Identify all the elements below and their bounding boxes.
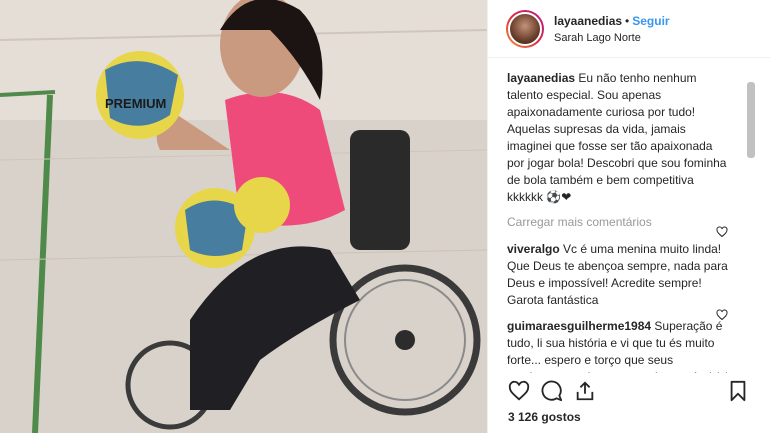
caption-text: Eu não tenho nenhum talento especial. So… [507,71,727,204]
location-link[interactable]: Sarah Lago Norte [554,32,670,44]
share-icon[interactable] [574,380,596,402]
instagram-post-view: PREMIUM layaanedias • Seguir Sarah Lago No… [0,0,770,433]
comment-username[interactable]: guimaraesguilherme1984 [507,319,651,333]
bookmark-icon[interactable] [728,380,748,402]
caption-emojis: ⚽❤ [546,190,572,204]
action-bar [508,380,748,406]
ball-brand-text: PREMIUM [105,96,166,111]
avatar-image [508,11,542,46]
comment-item: guimaraesguilherme1984 Superação é tudo,… [507,318,733,373]
header-separator: • [625,13,630,28]
photo-illustration: PREMIUM [0,0,487,433]
caption-username[interactable]: layaanedias [507,71,575,85]
follow-button[interactable]: Seguir [632,14,669,28]
header-username[interactable]: layaanedias [554,14,622,28]
header-info: layaanedias • Seguir Sarah Lago Norte [554,14,670,44]
comments-scrollbar[interactable] [747,82,755,158]
comment-username[interactable]: viveralgo [507,242,560,256]
avatar[interactable] [506,9,544,48]
comment-like-heart-icon[interactable] [716,309,728,321]
load-more-comments-button[interactable]: Carregar mais comentários [507,214,733,231]
comment-icon[interactable] [541,380,563,402]
post-photo[interactable]: PREMIUM [0,0,487,433]
post-header: layaanedias • Seguir Sarah Lago Norte [488,0,770,58]
comment-item: viveralgo Vc é uma menina muito linda! Q… [507,241,733,309]
header-line: layaanedias • Seguir [554,14,670,28]
comments-list[interactable]: layaanedias Eu não tenho nenhum talento … [507,70,733,373]
caption: layaanedias Eu não tenho nenhum talento … [507,70,733,206]
likes-count[interactable]: 3 126 gostos [508,410,581,424]
comment-like-heart-icon[interactable] [716,226,728,238]
heart-icon[interactable] [508,380,530,402]
